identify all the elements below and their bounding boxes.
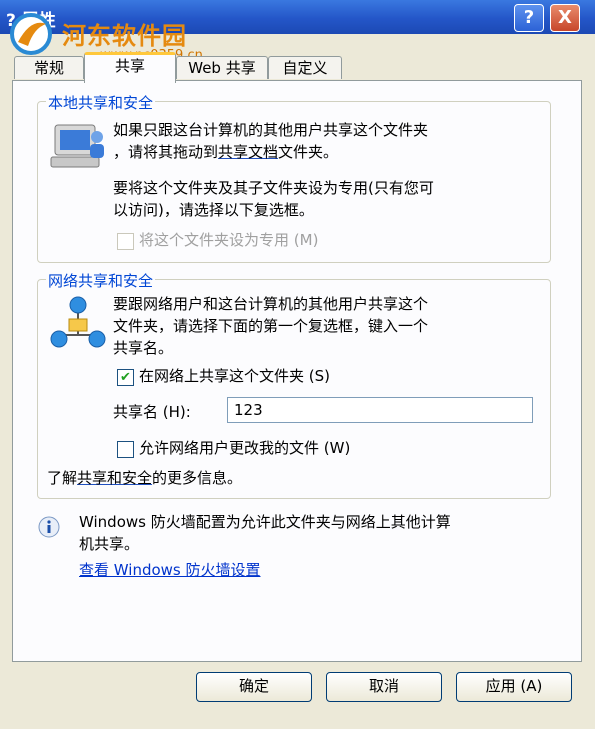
network-sharing-label: 网络共享和安全 xyxy=(46,270,156,291)
more-info-text: 了解共享和安全的更多信息。 xyxy=(47,467,242,489)
local-sharing-label: 本地共享和安全 xyxy=(46,92,156,113)
tab-general[interactable]: 常规 xyxy=(14,56,84,79)
window-edge xyxy=(580,34,595,729)
share-on-network-label: 在网络上共享这个文件夹 (S) xyxy=(139,367,330,385)
share-name-input[interactable]: 123 xyxy=(227,397,533,423)
allow-change-label: 允许网络用户更改我的文件 (W) xyxy=(139,439,351,457)
private-checkbox[interactable] xyxy=(117,233,134,250)
local-text-1: 如果只跟这台计算机的其他用户共享这个文件夹 xyxy=(113,121,429,139)
close-button[interactable]: X xyxy=(550,4,580,32)
share-on-network-checkbox[interactable]: ✔ xyxy=(117,369,134,386)
ok-button[interactable]: 确定 xyxy=(196,672,312,702)
allow-change-checkbox[interactable] xyxy=(117,441,134,458)
firewall-text-1: Windows 防火墙配置为允许此文件夹与网络上其他计算 xyxy=(79,513,451,531)
more-info-post: 的更多信息。 xyxy=(152,469,243,487)
computer-users-icon xyxy=(50,124,104,168)
local-text-2-post: 文件夹。 xyxy=(278,143,339,161)
network-text-1: 要跟网络用户和这台计算机的其他用户共享这个 xyxy=(113,295,429,313)
tab-web-sharing[interactable]: Web 共享 xyxy=(176,56,268,79)
local-text-2-pre: ，请将其拖动到 xyxy=(113,143,219,161)
sharing-panel: 本地共享和安全 如果只跟这台计算机的其他用户共享这个文件夹 ，请将其拖动到共享文… xyxy=(12,80,582,662)
firewall-settings-link[interactable]: 查看 Windows 防火墙设置 xyxy=(79,559,261,581)
shared-documents-link[interactable]: 共享文档 xyxy=(218,143,278,161)
local-text-4: 以访问)，请选择以下复选框。 xyxy=(113,201,314,219)
share-name-label: 共享名 (H): xyxy=(113,403,191,421)
local-text-3: 要将这个文件夹及其子文件夹设为专用(只有您可 xyxy=(113,179,434,197)
tab-customize[interactable]: 自定义 xyxy=(268,56,342,79)
apply-button[interactable]: 应用 (A) xyxy=(456,672,572,702)
sharing-security-link[interactable]: 共享和安全 xyxy=(77,469,152,487)
network-icon xyxy=(50,296,106,348)
help-button[interactable]: ? xyxy=(514,4,544,32)
private-checkbox-label: 将这个文件夹设为专用 (M) xyxy=(139,231,319,249)
tab-sharing[interactable]: 共享 xyxy=(84,52,176,83)
cancel-button[interactable]: 取消 xyxy=(326,672,442,702)
more-info-pre: 了解 xyxy=(47,469,78,487)
firewall-text-2: 机共享。 xyxy=(79,535,140,553)
watermark-name: 河东软件园 xyxy=(62,22,187,50)
watermark-logo-icon xyxy=(10,13,52,55)
network-text-3: 共享名。 xyxy=(113,339,174,357)
info-icon xyxy=(38,516,60,538)
network-text-2: 文件夹，请选择下面的第一个复选框，键入一个 xyxy=(113,317,429,335)
local-text-2: ，请将其拖动到共享文档文件夹。 xyxy=(113,141,338,163)
